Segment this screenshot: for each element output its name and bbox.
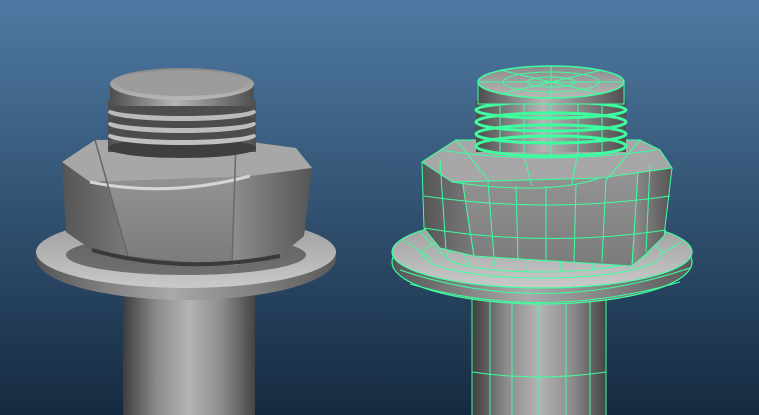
bolt-cap-wire bbox=[477, 65, 625, 105]
bolt-cap bbox=[110, 68, 254, 106]
bolt-shaft bbox=[123, 285, 255, 415]
bolt-threads-wire bbox=[474, 96, 628, 158]
3d-viewport[interactable] bbox=[0, 0, 759, 415]
hex-nut-wire bbox=[421, 139, 673, 268]
bolt-threads bbox=[108, 100, 256, 158]
hex-nut bbox=[62, 139, 312, 267]
bolt-shaft-wire bbox=[471, 291, 607, 415]
viewport-canvas[interactable] bbox=[0, 0, 759, 415]
